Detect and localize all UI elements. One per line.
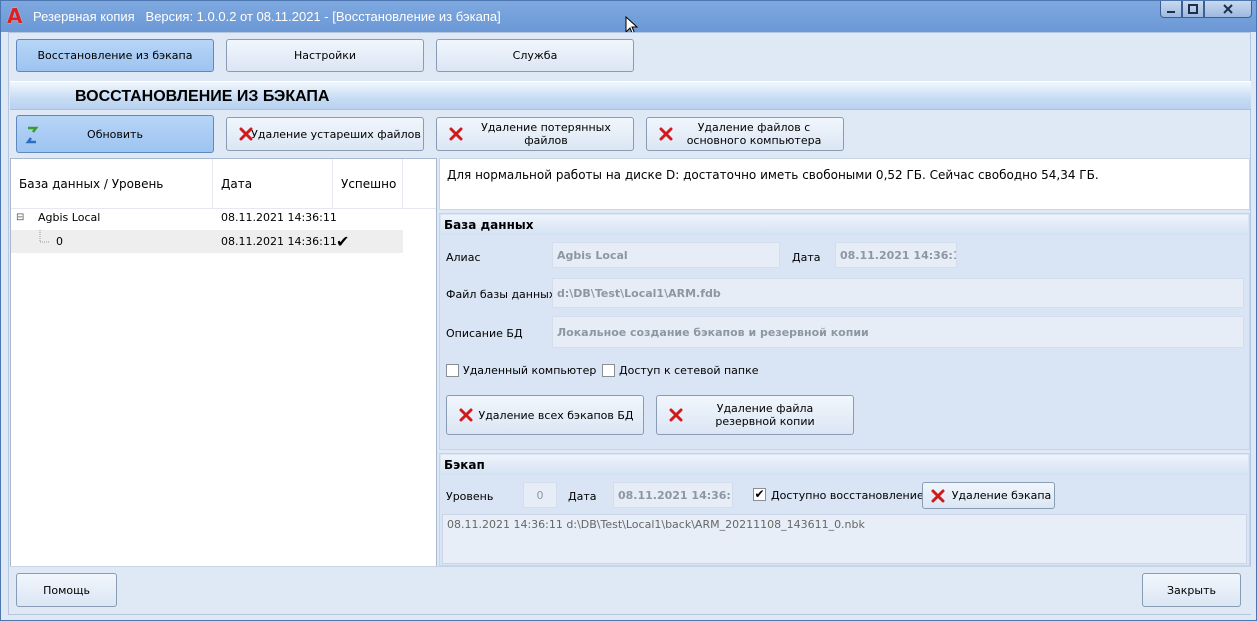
backup-date-label: Дата (568, 490, 597, 503)
remote-computer-label: Удаленный компьютер (463, 364, 597, 377)
column-header-date[interactable]: Дата (213, 159, 333, 209)
backup-date-field[interactable]: 08.11.2021 14:36:11 (613, 482, 733, 508)
app-window: А Резервная копия Версия: 1.0.0.2 от 08.… (0, 0, 1257, 621)
refresh-button[interactable]: Обновить (16, 115, 214, 153)
backup-panel-title: Бэкап (441, 455, 1248, 475)
delete-old-files-button[interactable]: Удаление устареших файлов (226, 117, 424, 151)
success-check-icon: ✔ (336, 232, 350, 251)
help-label: Помощь (43, 583, 90, 597)
backup-log-box[interactable]: 08.11.2021 14:36:11 d:\DB\Test\Local1\ba… (442, 514, 1247, 564)
tab-restore-label: Восстановление из бэкапа (37, 49, 193, 62)
tab-restore-from-backup[interactable]: Восстановление из бэкапа (16, 39, 214, 72)
db-file-label: Файл базы данных (446, 288, 556, 301)
help-button[interactable]: Помощь (16, 573, 117, 607)
delete-old-files-label: Удаление устареших файлов (251, 127, 421, 141)
tree-row-database[interactable]: ⊟ Agbis Local 08.11.2021 14:36:11 (11, 206, 403, 229)
disk-info-panel: Для нормальной работы на диске D: достат… (439, 158, 1250, 210)
close-icon (1223, 4, 1233, 14)
app-logo-icon: А (7, 4, 23, 28)
disk-info-text: Для нормальной работы на диске D: достат… (447, 168, 1099, 182)
column-header-database[interactable]: База данных / Уровень (11, 159, 213, 209)
section-header: ВОССТАНОВЛЕНИЕ ИЗ БЭКАПА (10, 81, 1251, 110)
network-folder-checkbox[interactable] (602, 364, 615, 377)
section-title: ВОССТАНОВЛЕНИЕ ИЗ БЭКАПА (75, 88, 330, 105)
delete-all-db-backups-label: Удаление всех бэкапов БД (478, 408, 634, 422)
tree-connector-icon (39, 230, 50, 243)
delete-x-icon (459, 408, 473, 422)
tab-settings-label: Настройки (293, 49, 357, 62)
maximize-icon (1188, 4, 1198, 14)
delete-backup-label: Удаление бэкапа (951, 489, 1052, 502)
row-database-name: Agbis Local (38, 211, 101, 224)
remote-computer-checkbox[interactable] (446, 364, 459, 377)
database-panel: База данных Алиас Agbis Local Дата 08.11… (439, 213, 1250, 450)
restore-available-checkbox[interactable]: ✔ (753, 488, 766, 501)
db-file-field[interactable]: d:\DB\Test\Local1\ARM.fdb (552, 278, 1244, 308)
row-database-date: 08.11.2021 14:36:11 (221, 211, 337, 224)
backup-tree-grid[interactable]: База данных / Уровень Дата Успешно ⊟ Agb… (10, 158, 437, 567)
minimize-button[interactable] (1160, 1, 1182, 18)
delete-x-icon (669, 408, 683, 422)
column-header-success[interactable]: Успешно (333, 159, 403, 209)
delete-backup-button[interactable]: Удаление бэкапа (922, 482, 1055, 509)
row-level-date: 08.11.2021 14:36:11 (221, 235, 337, 248)
alias-label: Алиас (446, 251, 481, 264)
backup-level-field[interactable]: 0 (523, 482, 557, 508)
db-description-label: Описание БД (446, 327, 523, 340)
tab-settings[interactable]: Настройки (226, 39, 424, 72)
db-description-field[interactable]: Локальное создание бэкапов и резервной к… (552, 316, 1244, 348)
close-button[interactable]: Закрыть (1142, 573, 1241, 607)
delete-main-computer-files-button[interactable]: Удаление файлов с основного компьютера (646, 117, 844, 151)
database-date-label: Дата (792, 251, 821, 264)
collapse-toggle-icon[interactable]: ⊟ (16, 206, 24, 229)
window-controls (1160, 1, 1252, 18)
delete-reserve-copy-label: Удаление файла резервной копии (715, 402, 815, 428)
refresh-icon (25, 126, 39, 144)
delete-reserve-copy-button[interactable]: Удаление файла резервной копии (656, 395, 854, 435)
maximize-button[interactable] (1182, 1, 1204, 18)
tree-row-level[interactable]: 0 08.11.2021 14:36:11 ✔ (11, 230, 403, 253)
network-folder-label: Доступ к сетевой папке (619, 364, 759, 377)
alias-field[interactable]: Agbis Local (552, 242, 780, 268)
delete-all-db-backups-button[interactable]: Удаление всех бэкапов БД (446, 395, 644, 435)
delete-x-icon (931, 489, 945, 502)
database-panel-title: База данных (441, 215, 1248, 235)
delete-x-icon (449, 127, 463, 141)
delete-lost-files-label: Удаление потерянных файлов (481, 121, 611, 147)
window-title: Резервная копия Версия: 1.0.0.2 от 08.11… (33, 9, 501, 24)
grid-header: База данных / Уровень Дата Успешно (11, 159, 436, 209)
row-level-name: 0 (56, 235, 63, 248)
backup-level-label: Уровень (446, 490, 494, 503)
main-client-area: Восстановление из бэкапа Настройки Служб… (8, 32, 1251, 615)
refresh-label: Обновить (87, 127, 143, 141)
delete-x-icon (659, 127, 673, 141)
footer-bar: Помощь Закрыть (10, 566, 1251, 614)
tab-service-label: Служба (512, 49, 558, 62)
delete-main-computer-label: Удаление файлов с основного компьютера (686, 121, 822, 147)
close-label: Закрыть (1167, 583, 1216, 597)
tab-service[interactable]: Служба (436, 39, 634, 72)
database-date-field[interactable]: 08.11.2021 14:36:11 (835, 242, 957, 268)
restore-available-label: Доступно восстановление (771, 489, 924, 502)
delete-x-icon (239, 127, 253, 141)
close-window-button[interactable] (1204, 1, 1252, 18)
delete-lost-files-button[interactable]: Удаление потерянных файлов (436, 117, 634, 151)
minimize-icon (1167, 11, 1175, 13)
